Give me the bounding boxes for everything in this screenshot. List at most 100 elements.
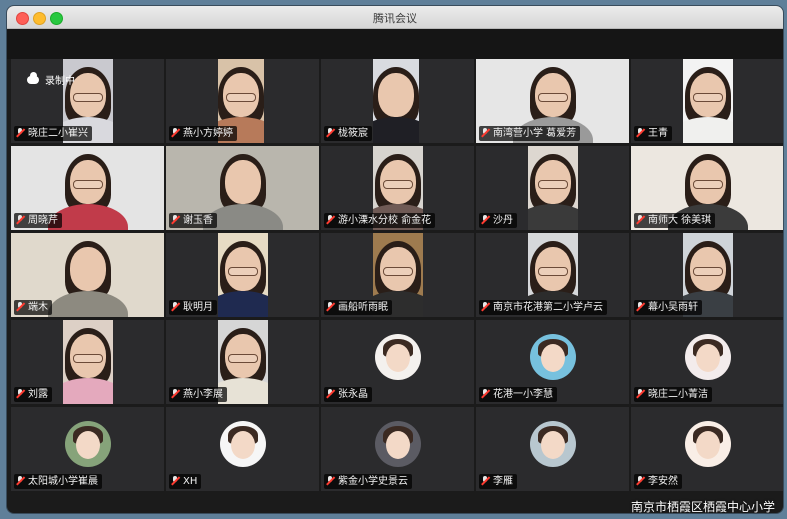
video-glasses xyxy=(693,267,723,276)
avatar-face xyxy=(385,431,410,459)
participant-tile[interactable]: 李安然 xyxy=(631,407,783,491)
video-glasses xyxy=(73,93,103,102)
mic-muted-icon xyxy=(481,302,490,311)
participant-name: 王青 xyxy=(648,128,668,139)
mic-muted-icon xyxy=(636,128,645,137)
participant-name: 周晓芹 xyxy=(28,215,58,226)
participant-tile[interactable]: 耿明月 xyxy=(166,233,319,317)
mic-muted-icon xyxy=(16,128,25,137)
participant-name-label: 沙丹 xyxy=(479,213,517,228)
participant-name-label: 端木 xyxy=(14,300,52,315)
participant-name-label: XH xyxy=(169,474,202,489)
mic-muted-icon xyxy=(16,389,25,398)
participant-name-label: 晓庄二小菁洁 xyxy=(634,387,712,402)
mic-muted-icon xyxy=(636,215,645,224)
participant-tile[interactable]: 游小溧水分校 俞金花 xyxy=(321,146,474,230)
participant-name-label: 游小溧水分校 俞金花 xyxy=(324,213,436,228)
participant-name-label: 燕小李展 xyxy=(169,387,227,402)
title-bar: 腾讯会议 xyxy=(7,6,783,29)
video-body xyxy=(47,291,128,317)
cloud-record-icon xyxy=(27,72,39,84)
participant-tile[interactable]: 南师大 徐美琪 xyxy=(631,146,783,230)
participant-tile[interactable]: 紫金小学史景云 xyxy=(321,407,474,491)
participant-name: 幕小吴雨轩 xyxy=(648,302,698,313)
participant-tile[interactable]: 画船听雨眠 xyxy=(321,233,474,317)
video-glasses xyxy=(537,93,568,102)
participant-name-label: 太阳城小学崔晨 xyxy=(14,474,102,489)
mic-muted-icon xyxy=(481,215,490,224)
participant-tile[interactable]: 幕小吴雨轩 xyxy=(631,233,783,317)
meeting-top-bar xyxy=(7,29,783,59)
participant-tile[interactable]: 南湾营小学 葛爱芳 xyxy=(476,59,629,143)
participant-avatar xyxy=(374,421,421,467)
video-glasses xyxy=(538,267,568,276)
participant-avatar xyxy=(374,334,421,380)
avatar-face xyxy=(385,344,410,372)
participant-name: 画船听雨眠 xyxy=(338,302,388,313)
participant-avatar xyxy=(684,334,731,380)
participant-tile[interactable]: 谢玉香 xyxy=(166,146,319,230)
participant-name-label: 南湾营小学 葛爱芳 xyxy=(479,126,581,141)
participant-tile[interactable]: 王青 xyxy=(631,59,783,143)
participant-tile[interactable]: 沙丹 xyxy=(476,146,629,230)
participant-video xyxy=(373,59,419,143)
mic-muted-icon xyxy=(326,389,335,398)
participant-tile[interactable]: 太阳城小学崔晨 xyxy=(11,407,164,491)
participant-name: 太阳城小学崔晨 xyxy=(28,476,98,487)
avatar-face xyxy=(540,431,565,459)
participant-name-label: 花港一小李慧 xyxy=(479,387,557,402)
video-glasses xyxy=(692,180,723,189)
participant-name: 南湾营小学 葛爱芳 xyxy=(493,128,577,139)
video-glasses xyxy=(73,354,103,363)
participant-avatar xyxy=(684,421,731,467)
participant-tile[interactable]: 李雁 xyxy=(476,407,629,491)
participant-video xyxy=(683,59,733,143)
participant-name: 刘露 xyxy=(28,389,48,400)
participant-tile[interactable]: XH xyxy=(166,407,319,491)
participant-name-label: 紫金小学史景云 xyxy=(324,474,412,489)
mic-muted-icon xyxy=(326,215,335,224)
video-glasses xyxy=(383,267,413,276)
avatar-face xyxy=(75,431,100,459)
participant-avatar xyxy=(529,334,576,380)
participant-tile[interactable]: 栊筱宸 xyxy=(321,59,474,143)
mic-muted-icon xyxy=(636,389,645,398)
mic-muted-icon xyxy=(171,476,180,485)
participant-tile[interactable]: 端木 xyxy=(11,233,164,317)
participant-avatar xyxy=(529,421,576,467)
participant-tile[interactable]: 周晓芹 xyxy=(11,146,164,230)
participant-name: 南师大 徐美琪 xyxy=(648,215,712,226)
participant-name-label: 刘露 xyxy=(14,387,52,402)
participant-tile[interactable]: 燕小方婷婷 xyxy=(166,59,319,143)
avatar-face xyxy=(695,344,720,372)
participant-name: 栊筱宸 xyxy=(338,128,368,139)
participant-tile[interactable]: 南京市花港第二小学卢云 xyxy=(476,233,629,317)
participant-tile[interactable]: 花港一小李慧 xyxy=(476,320,629,404)
video-body xyxy=(63,378,113,404)
participant-tile[interactable]: 燕小李展 xyxy=(166,320,319,404)
video-glasses xyxy=(226,93,256,102)
participant-video xyxy=(528,146,578,230)
participant-name: 晓庄二小菁洁 xyxy=(648,389,708,400)
participant-name-label: 晓庄二小崔兴 xyxy=(14,126,92,141)
video-glasses xyxy=(538,180,568,189)
participant-name-label: 周晓芹 xyxy=(14,213,62,228)
participant-tile[interactable]: 晓庄二小菁洁 xyxy=(631,320,783,404)
participant-name-label: 李安然 xyxy=(634,474,682,489)
participant-tile[interactable]: 刘露 xyxy=(11,320,164,404)
video-face xyxy=(69,247,106,291)
mic-muted-icon xyxy=(636,476,645,485)
school-watermark: 南京市栖霞区栖霞中心小学 xyxy=(630,500,775,514)
participant-name-label: 燕小方婷婷 xyxy=(169,126,237,141)
participant-name: 端木 xyxy=(28,302,48,313)
participant-name: 紫金小学史景云 xyxy=(338,476,408,487)
participant-name-label: 南京市花港第二小学卢云 xyxy=(479,300,607,315)
participant-name-label: 幕小吴雨轩 xyxy=(634,300,702,315)
participant-name: 花港一小李慧 xyxy=(493,389,553,400)
participant-tile[interactable]: 张永晶 xyxy=(321,320,474,404)
participant-name: XH xyxy=(183,476,198,487)
video-body xyxy=(218,291,268,317)
participant-gallery: 晓庄二小崔兴 燕小方婷婷 栊筱宸 南湾营小学 葛爱芳 王青周晓芹 谢玉香 游小溧水分校 俞金… xyxy=(11,59,783,491)
mic-muted-icon xyxy=(636,302,645,311)
participant-name: 游小溧水分校 俞金花 xyxy=(338,215,432,226)
